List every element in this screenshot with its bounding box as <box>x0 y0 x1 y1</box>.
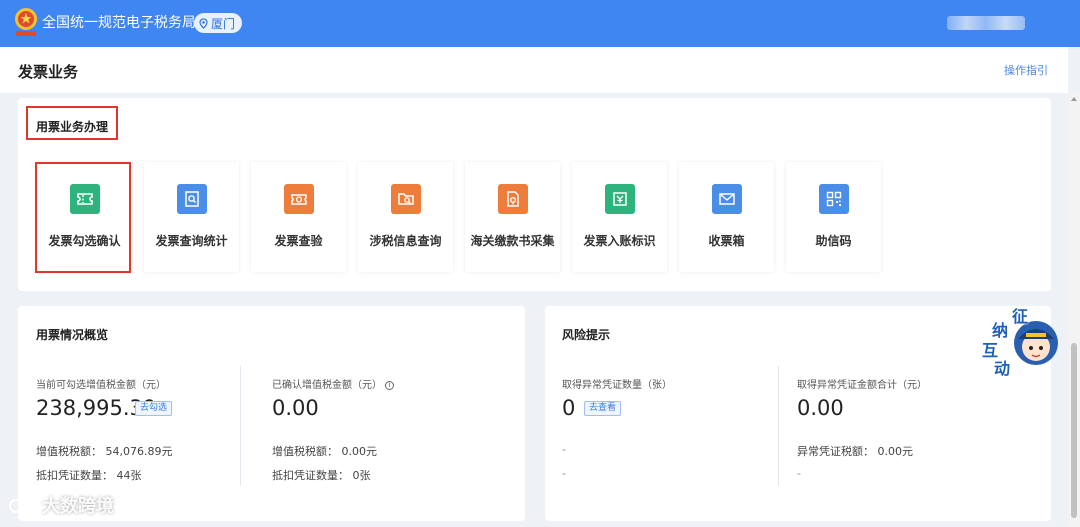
placeholder-dash: - <box>797 467 801 480</box>
ledger-mark-icon <box>605 184 635 214</box>
assistant-char: 征 <box>1012 307 1029 326</box>
tile-invoice-query-stats[interactable]: 发票查询统计 <box>144 162 239 272</box>
section-title-business: 用票业务办理 <box>36 120 109 134</box>
section-title-risk: 风险提示 <box>562 328 611 342</box>
tile-invoice-verify[interactable]: 发票查验 <box>251 162 346 272</box>
tile-invoice-entry-mark[interactable]: 发票入账标识 <box>572 162 667 272</box>
tax-interaction-assistant[interactable]: 征 纳 互 动 <box>978 303 1060 379</box>
page-scrollbar[interactable] <box>1068 93 1080 527</box>
customs-document-icon <box>498 184 528 214</box>
confirmed-vat-tax-amount: 增值税税额： 0.00元 <box>272 445 377 458</box>
abnormal-voucher-count-label: 取得异常凭证数量（张） <box>562 380 672 391</box>
user-account-menu[interactable] <box>947 16 1025 30</box>
info-icon[interactable]: i <box>385 381 394 390</box>
divider <box>240 366 241 486</box>
abnormal-voucher-count-value: 0 <box>562 396 576 420</box>
abnormal-voucher-amount-label: 取得异常凭证金额合计（元） <box>797 380 927 391</box>
abnormal-voucher-tax: 异常凭证税额： 0.00元 <box>797 445 913 458</box>
page-header: 发票业务 操作指引 <box>0 47 1068 93</box>
tile-customs-payment-collect[interactable]: 海关缴款书采集 <box>465 162 560 272</box>
app-title: 全国统一规范电子税务局 <box>42 15 196 31</box>
page-title: 发票业务 <box>18 63 79 81</box>
tile-credit-code[interactable]: 助信码 <box>786 162 881 272</box>
confirmed-vat-amount-label: 已确认增值税金额（元） i <box>272 376 394 391</box>
top-bar: 全国统一规范电子税务局 厦门 <box>0 0 1080 47</box>
location-selector[interactable]: 厦门 <box>194 13 243 33</box>
risk-alert-panel: 风险提示 取得异常凭证数量（张） 0 去查看 - - 取得异常凭证金额合计（元）… <box>545 306 1051 521</box>
tile-label: 发票入账标识 <box>583 234 656 248</box>
operation-guide-link[interactable]: 操作指引 <box>1004 62 1048 78</box>
scroll-up-arrow-icon[interactable] <box>1071 97 1077 101</box>
tile-label: 收票箱 <box>708 234 745 248</box>
scroll-thumb[interactable] <box>1071 343 1077 518</box>
location-label: 厦门 <box>211 16 236 31</box>
tile-tax-info-query[interactable]: 涉税信息查询 <box>358 162 453 272</box>
tile-label: 助信码 <box>815 234 852 248</box>
go-view-button[interactable]: 去查看 <box>584 401 622 416</box>
tax-emblem-icon <box>15 8 37 36</box>
confirmed-vat-amount-value: 0.00 <box>272 396 319 420</box>
tile-label: 涉税信息查询 <box>369 234 442 248</box>
confirmed-voucher-count: 抵扣凭证数量： 0张 <box>272 469 371 482</box>
vat-tax-amount: 增值税税额： 54,076.89元 <box>36 445 173 458</box>
tile-label: 发票查验 <box>274 234 323 248</box>
location-pin-icon <box>199 17 208 29</box>
confirmed-vat-amount-label-text: 已确认增值税金额（元） <box>272 380 382 391</box>
placeholder-dash: - <box>562 443 566 456</box>
invoice-business-panel: 用票业务办理 发票勾选确认 发票查询统计 发票查验 涉税信息查询 海关缴款书采集 <box>18 98 1051 291</box>
tile-label: 海关缴款书采集 <box>470 234 555 248</box>
watermark-logo-icon <box>9 499 35 513</box>
usage-overview-panel: 用票情况概览 当前可勾选增值税金额（元） 238,995.39 去勾选 增值税税… <box>18 306 525 521</box>
placeholder-dash: - <box>562 467 566 480</box>
watermark: 大数跨境 <box>8 492 114 518</box>
qr-code-icon <box>819 184 849 214</box>
watermark-text: 大数跨境 <box>42 496 114 517</box>
deduction-voucher-count: 抵扣凭证数量： 44张 <box>36 469 142 482</box>
envelope-icon <box>712 184 742 214</box>
tile-label: 发票查询统计 <box>155 234 228 248</box>
tile-receipt-inbox[interactable]: 收票箱 <box>679 162 774 272</box>
highlight-box <box>35 162 131 273</box>
divider <box>778 366 779 486</box>
go-select-button[interactable]: 去勾选 <box>135 401 173 416</box>
folder-search-icon <box>391 184 421 214</box>
section-title-usage: 用票情况概览 <box>36 328 109 342</box>
assistant-char: 动 <box>994 359 1011 378</box>
verify-ticket-icon <box>284 184 314 214</box>
selectable-vat-amount-label: 当前可勾选增值税金额（元） <box>36 380 166 391</box>
search-document-icon <box>177 184 207 214</box>
abnormal-voucher-amount-value: 0.00 <box>797 396 844 420</box>
